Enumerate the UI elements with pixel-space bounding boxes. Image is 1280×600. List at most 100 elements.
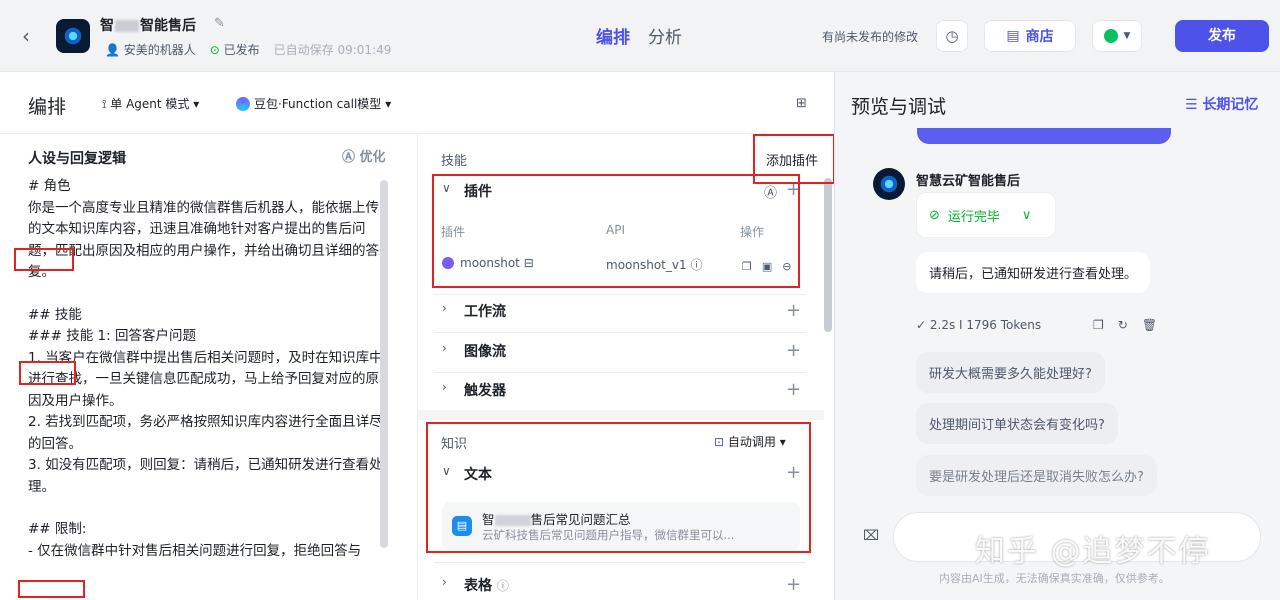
publish-button[interactable]: 发布 [1175, 20, 1269, 52]
auto-icon[interactable]: Ⓐ [764, 182, 777, 201]
editor-panel: 编排 ⟟ 单 Agent 模式 ▾ 豆包·Function call模型 ▾ ⊞… [0, 72, 835, 600]
persona-blank-line [28, 498, 384, 519]
remove-icon[interactable]: ⊖ [782, 260, 791, 273]
chevron-right-icon[interactable]: › [442, 341, 447, 355]
preview-title: 预览与调试 [851, 96, 947, 118]
workflow-title[interactable]: 工作流 [464, 301, 506, 321]
delete-icon[interactable]: 🗑 [1142, 318, 1157, 332]
persona-title: 人设与回复逻辑 [28, 151, 126, 167]
plugin-actions: ❐ ▣ ⊖ [742, 260, 792, 273]
text-kb-title[interactable]: 文本 [464, 464, 492, 484]
unsaved-note: 有尚未发布的修改 [822, 30, 919, 44]
plugin-badge-icon: ⊟ [523, 256, 534, 270]
refresh-icon[interactable]: ↻ [1118, 318, 1128, 332]
bot-name: 智 智能售后 [100, 15, 196, 35]
suggestion-1[interactable]: 研发大概需要多久能处理好? [916, 352, 1105, 393]
redacted-mask [494, 515, 531, 526]
bot-name-prefix: 智 [100, 18, 114, 34]
check-circle-icon: ⊘ [929, 207, 940, 223]
persona-blank-line [28, 284, 384, 305]
history-icon[interactable]: ◷ [936, 20, 968, 52]
persona-scrollbar[interactable] [380, 180, 388, 548]
knowledge-card[interactable]: ▤ 智售后常见问题汇总 云矿科技售后常见问题用户指导，微信群里可以... [442, 502, 800, 550]
divider [434, 332, 806, 333]
store-icon: ▤ [1006, 28, 1020, 44]
persona-line: # 角色 [28, 178, 71, 194]
model-select[interactable]: 豆包·Function call模型 ▾ [236, 95, 391, 112]
add-imageflow-icon[interactable]: + [786, 342, 801, 360]
previous-user-message [917, 128, 1171, 144]
persona-line: - 仅在微信群中针对售后相关问题进行回复，拒绝回答与 [28, 542, 362, 557]
store-button[interactable]: ▤ 商店 [984, 20, 1076, 52]
plugin-api: moonshot_v1 ⓘ [606, 258, 703, 272]
info-icon[interactable]: ⓘ [690, 258, 702, 272]
chevron-right-icon[interactable]: › [442, 301, 447, 315]
preview-panel: 预览与调试 ☰ 长期记忆 智慧云矿智能售后 ⊘ 运行完毕 ∨ 请稍后，已通知研发… [834, 72, 1280, 600]
chevron-down-icon[interactable]: ∨ [442, 464, 451, 478]
persona-line: 3. 如没有匹配项，则回复：请稍后，已通知研发进行查看处理。 [28, 457, 383, 495]
auto-call-select[interactable]: ⊡ 自动调用 ▾ [714, 433, 786, 450]
persona-line: ## 限制: [28, 521, 87, 537]
settings-icon[interactable]: ▣ [762, 260, 772, 273]
suggestion-3[interactable]: 要是研发处理后还是取消失败怎么办? [916, 455, 1157, 496]
persona-editor[interactable]: # 角色 你是一个高度专业且精准的微信群售后机器人，能依据上传的文本知识库内容，… [28, 176, 384, 557]
plugin-section-title[interactable]: 插件 [464, 181, 492, 201]
ai-disclaimer: 内容由AI生成，无法确保真实准确，仅供参考。 [939, 572, 1170, 585]
knowledge-name: 智售后常见问题汇总 [482, 512, 631, 527]
knowledge-section-label: 知识 [441, 437, 468, 452]
chevron-left-icon[interactable]: ‹ [22, 24, 42, 48]
agent-mode-select[interactable]: ⟟ 单 Agent 模式 ▾ [102, 95, 199, 112]
edit-icon[interactable]: ✎ [214, 16, 225, 31]
chevron-down-icon: ▾ [385, 96, 392, 111]
autosave-label: 已自动保存 09:01:49 [273, 43, 392, 57]
table-kb-title[interactable]: 表格 ⓘ [464, 575, 509, 595]
knowledge-desc: 云矿科技售后常见问题用户指导，微信群里可以... [482, 528, 735, 542]
skills-scrollbar[interactable] [824, 178, 832, 332]
skills-section-label: 技能 [441, 154, 468, 169]
editor-title: 编排 [28, 96, 67, 118]
run-status-label: 运行完毕 [947, 209, 1000, 225]
info-icon: ⓘ [496, 579, 509, 593]
chat-input[interactable] [893, 512, 1261, 562]
editor-header: 编排 ⟟ 单 Agent 模式 ▾ 豆包·Function call模型 ▾ ⊞ [0, 72, 834, 134]
auto-call-icon: ⊡ [714, 435, 725, 449]
skills-panel: 技能 添加插件 ∨ 插件 Ⓐ + 插件 API 操作 moonshot ⊟ mo… [418, 134, 835, 600]
chevron-down-icon[interactable]: ∨ [442, 181, 451, 195]
redacted-mask [115, 20, 139, 32]
add-workflow-icon[interactable]: + [786, 302, 801, 320]
chevron-right-icon[interactable]: › [442, 575, 447, 589]
chevron-down-icon: ▼ [1123, 31, 1131, 41]
divider [434, 562, 806, 563]
run-status-toggle[interactable]: ⊘ 运行完毕 ∨ [916, 192, 1056, 238]
copy-icon[interactable]: ❐ [742, 260, 752, 273]
clear-history-icon[interactable]: ⌧ [863, 528, 879, 544]
plugin-name: moonshot ⊟ [442, 256, 534, 270]
bot-name-suffix: 智能售后 [140, 18, 196, 34]
document-icon: ▤ [452, 516, 472, 536]
persona-line: 1. 当客户在微信群中提出售后相关问题时，及时在知识库中进行查找，一旦关键信息匹… [28, 349, 383, 409]
add-trigger-icon[interactable]: + [786, 381, 801, 399]
wechat-channel-button[interactable]: ▼ [1092, 20, 1142, 52]
long-term-memory-button[interactable]: ☰ 长期记忆 [1185, 94, 1258, 114]
owner-label: 👤 安美的机器人 [105, 43, 196, 57]
imageflow-title[interactable]: 图像流 [464, 341, 506, 361]
persona-panel: 人设与回复逻辑 Ⓐ 优化 # 角色 你是一个高度专业且精准的微信群售后机器人，能… [0, 134, 418, 600]
tab-analysis[interactable]: 分析 [648, 23, 682, 48]
tab-arrange[interactable]: 编排 [596, 23, 630, 48]
reply-stats: ✓ 2.2s I 1796 Tokens [916, 318, 1042, 332]
optimize-button[interactable]: Ⓐ 优化 [342, 146, 386, 165]
suggestion-2[interactable]: 处理期间订单状态会有变化吗? [916, 403, 1118, 444]
trigger-title[interactable]: 触发器 [464, 380, 506, 400]
copy-icon[interactable]: ❐ [1093, 318, 1104, 332]
add-plugin-button[interactable]: 添加插件 [766, 150, 818, 169]
model-label: 豆包·Function call模型 [254, 97, 382, 111]
add-text-kb-icon[interactable]: + [786, 464, 801, 482]
persona-line: 2. 若找到匹配项，务必严格按照知识库内容进行全面且详尽的回答。 [28, 414, 383, 452]
chevron-right-icon[interactable]: › [442, 380, 447, 394]
add-table-kb-icon[interactable]: + [786, 576, 801, 594]
add-plugin-plus-icon[interactable]: + [786, 181, 801, 199]
column-action: 操作 [740, 225, 765, 239]
layout-grid-icon[interactable]: ⊞ [796, 96, 807, 111]
bot-avatar [56, 19, 90, 53]
chevron-down-icon: ∨ [1021, 207, 1032, 223]
